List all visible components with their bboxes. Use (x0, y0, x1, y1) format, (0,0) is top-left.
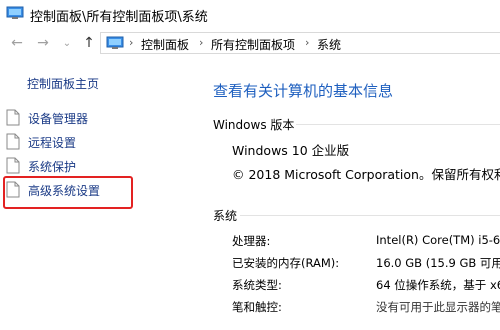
up-arrow-icon[interactable]: ↑ (80, 34, 98, 52)
sidebar-item-system-protection[interactable]: 系统保护 (6, 156, 126, 176)
address-bar[interactable]: › 控制面板 › 所有控制面板项 › 系统 (100, 32, 500, 54)
recent-pages-chevron-icon[interactable]: ⌄ (58, 34, 76, 52)
breadcrumb-chevron-icon[interactable]: › (129, 36, 133, 49)
breadcrumb-system[interactable]: 系统 (317, 36, 341, 53)
document-icon (6, 133, 20, 150)
back-arrow-icon[interactable]: ← (8, 34, 26, 52)
memory-value: 16.0 GB (15.9 GB 可用) (376, 256, 500, 270)
system-type-label: 系统类型: (232, 278, 282, 292)
windows-edition-heading: Windows 版本 (213, 118, 295, 132)
forward-arrow-icon[interactable]: → (34, 34, 52, 52)
processor-value: Intel(R) Core(TM) i5-65 (376, 233, 500, 247)
windows-copyright: © 2018 Microsoft Corporation。保留所有权利。 (232, 167, 500, 182)
pen-touch-value: 没有可用于此显示器的笔 (376, 300, 500, 314)
control-panel-icon (106, 36, 124, 49)
window-title: 控制面板\所有控制面板项\系统 (30, 10, 208, 25)
system-heading: 系统 (213, 209, 238, 223)
windows-edition-name: Windows 10 企业版 (232, 143, 350, 158)
breadcrumb-control-panel[interactable]: 控制面板 (141, 36, 189, 53)
section-divider (296, 124, 500, 125)
highlight-annotation-box (3, 176, 133, 209)
pen-touch-label: 笔和触控: (232, 300, 282, 314)
document-icon (6, 157, 20, 174)
sidebar-item-label: 设备管理器 (28, 112, 89, 126)
breadcrumb-chevron-icon[interactable]: › (199, 36, 203, 49)
sidebar-item-label: 远程设置 (28, 136, 77, 150)
breadcrumb-chevron-icon[interactable]: › (305, 36, 309, 49)
memory-label: 已安装的内存(RAM): (232, 256, 340, 270)
sidebar-item-remote-settings[interactable]: 远程设置 (6, 132, 126, 152)
processor-label: 处理器: (232, 234, 271, 248)
sidebar-item-device-manager[interactable]: 设备管理器 (6, 108, 126, 128)
title-bar: 控制面板\所有控制面板项\系统 (0, 0, 500, 26)
document-icon (6, 109, 20, 126)
section-divider (240, 215, 500, 216)
sidebar-home-link[interactable]: 控制面板主页 (27, 75, 99, 92)
system-type-value: 64 位操作系统，基于 x6 (376, 278, 500, 292)
sidebar-item-label: 系统保护 (28, 160, 77, 174)
page-title: 查看有关计算机的基本信息 (213, 82, 394, 100)
control-panel-icon (6, 6, 24, 19)
breadcrumb-all-items[interactable]: 所有控制面板项 (211, 36, 295, 53)
